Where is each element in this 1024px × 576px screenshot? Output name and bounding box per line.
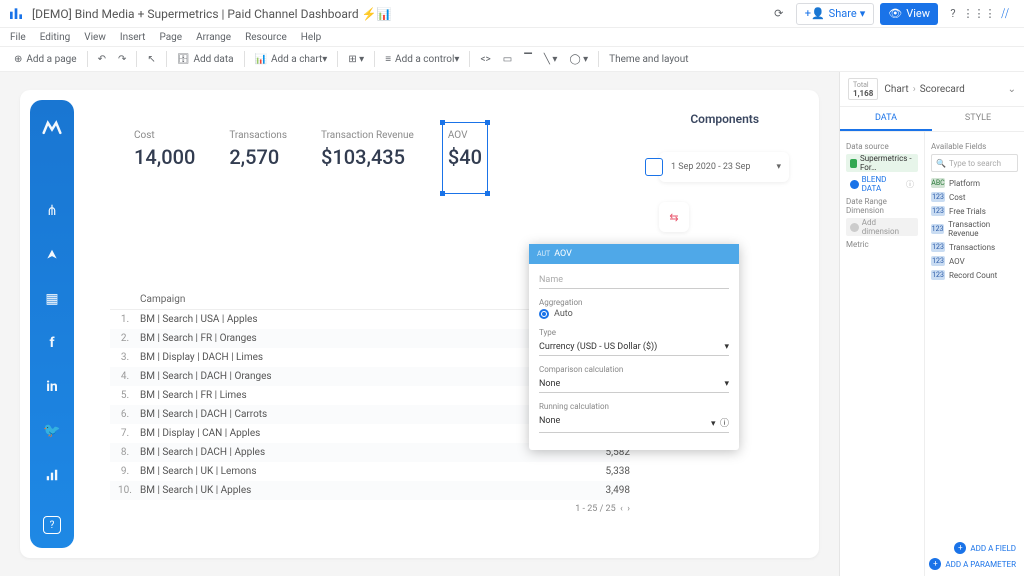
app-logo-icon	[8, 5, 26, 23]
add-page-button[interactable]: ⊕ Add a page	[8, 49, 83, 69]
type-select[interactable]: Currency (USD - US Dollar ($))▾	[539, 339, 729, 356]
help-icon[interactable]: ?	[942, 3, 964, 25]
chart-icon[interactable]	[41, 464, 63, 486]
aggregation-auto-radio[interactable]: Auto	[539, 309, 729, 319]
supermetrics-icon[interactable]: ⧸⧸	[994, 3, 1016, 25]
chevron-down-icon[interactable]: ⌄	[1008, 84, 1016, 95]
shape-button[interactable]: ◯ ▾	[563, 49, 594, 69]
field-item[interactable]: 123Record Count	[931, 268, 1018, 282]
tab-style[interactable]: STYLE	[932, 107, 1024, 131]
menu-view[interactable]: View	[84, 32, 106, 43]
field-item[interactable]: 123Transactions	[931, 240, 1018, 254]
image-button[interactable]: ▭	[497, 49, 518, 69]
field-item[interactable]: 123Cost	[931, 190, 1018, 204]
menu-file[interactable]: File	[10, 32, 26, 43]
nodes-icon[interactable]: ⋔	[41, 200, 63, 222]
menu-help[interactable]: Help	[301, 32, 321, 43]
community-viz-button[interactable]: ⊞ ▾	[342, 49, 370, 69]
table-row[interactable]: 9.BM | Search | UK | Lemons5,338	[110, 462, 630, 481]
scorecard-cost[interactable]: Cost 14,000	[134, 130, 195, 184]
undo-button[interactable]: ↶	[92, 49, 112, 69]
report-sidebar: ⋔ ▦ f in 🐦 ?	[30, 100, 74, 548]
doc-title[interactable]: [DEMO] Bind Media + Supermetrics | Paid …	[32, 7, 764, 21]
add-data-button[interactable]: 🗄 Add data	[171, 49, 240, 69]
view-button[interactable]: 👁View	[880, 3, 938, 25]
line-button[interactable]: ╲ ▾	[538, 49, 564, 69]
scorecard-row: Cost 14,000 Transactions 2,570 Transacti…	[110, 112, 630, 202]
embed-button[interactable]: <>	[474, 49, 496, 69]
tab-data[interactable]: DATA	[840, 107, 932, 131]
scorecard-aov[interactable]: AOV $40	[448, 130, 482, 184]
menu-resource[interactable]: Resource	[245, 32, 287, 43]
add-control-button[interactable]: ≡ Add a control ▾	[379, 49, 465, 69]
scorecard-transactions[interactable]: Transactions 2,570	[229, 130, 287, 184]
col-campaign[interactable]: Campaign	[140, 294, 570, 305]
datasource-chip[interactable]: Supermetrics - For…	[846, 154, 918, 172]
field-item[interactable]: 123Transaction Revenue	[931, 218, 1018, 240]
logo-m-icon[interactable]	[41, 116, 63, 138]
comparison-select[interactable]: None▾	[539, 376, 729, 393]
crumb-chart[interactable]: Chart	[884, 84, 908, 95]
add-dimension-chip[interactable]: Add dimension	[846, 218, 918, 236]
field-search-input[interactable]: 🔍 Type to search	[931, 154, 1018, 172]
text-button[interactable]: ▔	[518, 49, 538, 69]
scorecard-revenue[interactable]: Transaction Revenue $103,435	[321, 130, 414, 184]
table-row[interactable]: 10.BM | Search | UK | Apples3,498	[110, 481, 630, 500]
field-item[interactable]: 123Free Trials	[931, 204, 1018, 218]
total-badge: Total1,168	[848, 78, 878, 100]
blend-data-button[interactable]: BLEND DATAⓘ	[846, 175, 918, 193]
help-button[interactable]: ?	[43, 516, 61, 534]
date-range-picker[interactable]: 1 Sep 2020 - 23 Sep ▾	[659, 152, 789, 182]
metric-edit-popup: AUTAOV Name Aggregation Auto Type Curren…	[529, 244, 739, 450]
name-input[interactable]: Name	[539, 272, 729, 289]
calendar-icon	[645, 158, 663, 176]
theme-button[interactable]: Theme and layout	[603, 49, 694, 69]
menu-page[interactable]: Page	[159, 32, 182, 43]
up-icon[interactable]	[41, 244, 63, 266]
redo-button[interactable]: ↷	[112, 49, 132, 69]
menu-insert[interactable]: Insert	[120, 32, 146, 43]
running-select[interactable]: None▾ ⓘ	[539, 413, 729, 433]
field-item[interactable]: 123AOV	[931, 254, 1018, 268]
properties-panel: Total1,168 Chart › Scorecard ⌄ DATA STYL…	[839, 72, 1024, 576]
share-icon[interactable]: ⇆	[659, 202, 689, 232]
add-chart-button[interactable]: 📊 Add a chart ▾	[249, 49, 334, 69]
share-button[interactable]: +👤Share▾	[796, 3, 875, 25]
field-item[interactable]: ABCPlatform	[931, 176, 1018, 190]
grid-icon[interactable]: ▦	[41, 288, 63, 310]
menu-editing[interactable]: Editing	[40, 32, 71, 43]
twitter-icon[interactable]: 🐦	[41, 420, 63, 442]
pointer-tool[interactable]: ↖	[141, 49, 161, 69]
add-parameter-button[interactable]: +ADD A PARAMETER	[929, 558, 1016, 570]
menu-arrange[interactable]: Arrange	[196, 32, 231, 43]
add-field-button[interactable]: +ADD A FIELD	[954, 542, 1016, 554]
popup-title: AOV	[554, 249, 572, 259]
menubar: File Editing View Insert Page Arrange Re…	[0, 28, 1024, 46]
apps-icon[interactable]: ⋮⋮⋮	[968, 3, 990, 25]
refresh-icon[interactable]: ⟳	[768, 3, 790, 25]
crumb-scorecard[interactable]: Scorecard	[920, 84, 965, 95]
facebook-icon[interactable]: f	[41, 332, 63, 354]
table-pager[interactable]: 1 - 25 / 25 ‹ ›	[110, 500, 630, 514]
linkedin-icon[interactable]: in	[41, 376, 63, 398]
components-heading: Components	[690, 112, 759, 126]
